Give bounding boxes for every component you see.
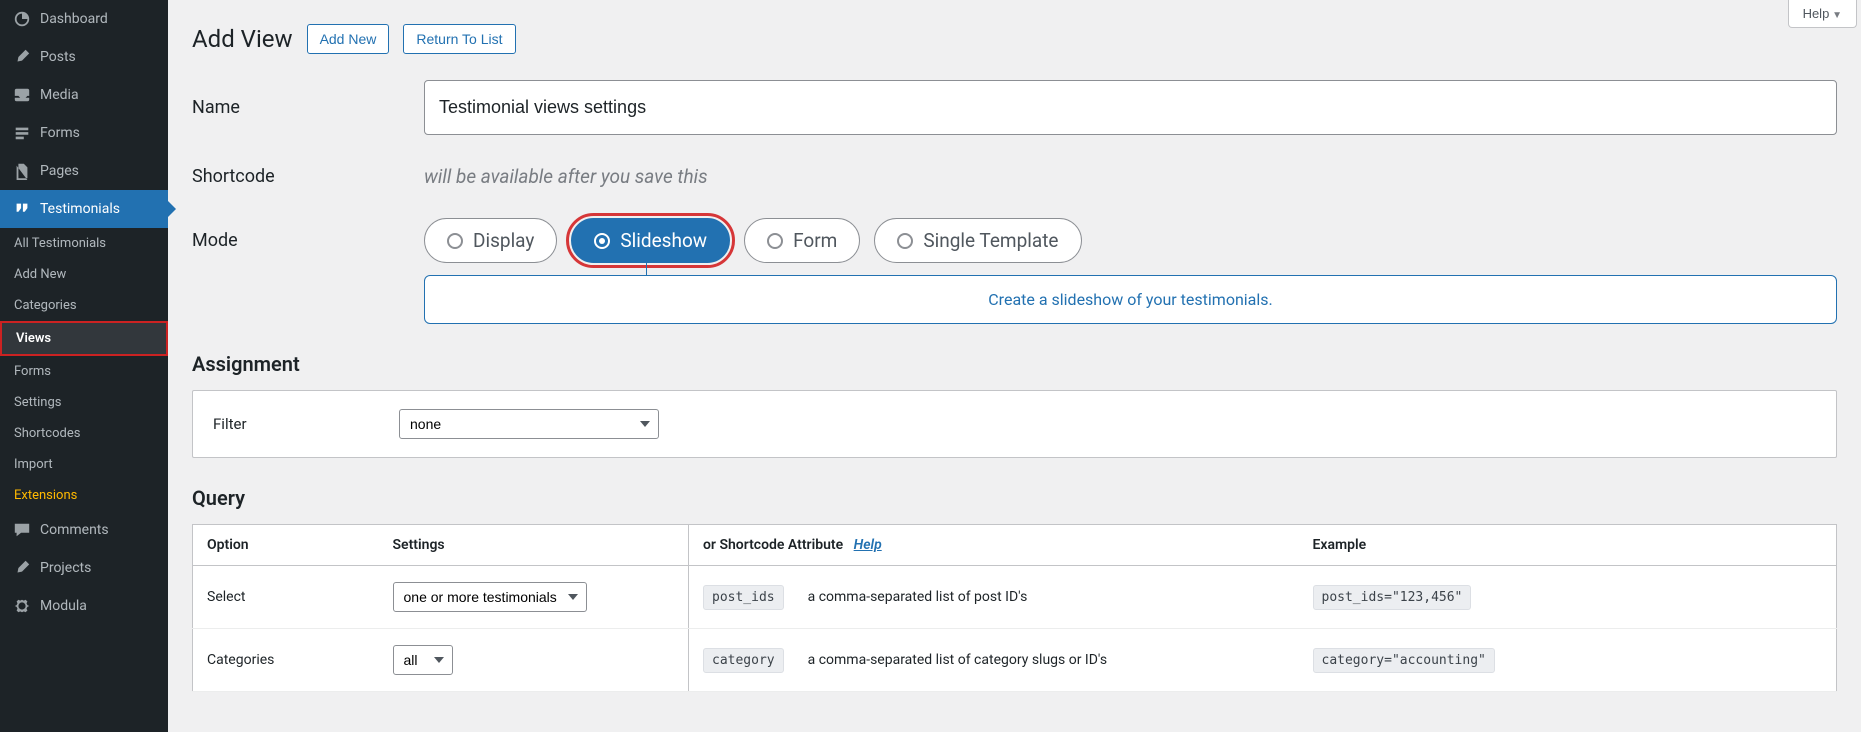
sidebar-item-modula[interactable]: Modula (0, 587, 168, 625)
sidebar-sub-shortcodes[interactable]: Shortcodes (0, 418, 168, 449)
th-shortcode: or Shortcode Attribute Help (689, 525, 1299, 566)
sidebar-item-projects[interactable]: Projects (0, 549, 168, 587)
name-label: Name (192, 97, 424, 118)
mode-option-label: Slideshow (620, 229, 707, 252)
help-tab-button[interactable]: Help (1788, 0, 1857, 28)
shortcode-example: post_ids="123,456" (1313, 585, 1472, 610)
return-to-list-button[interactable]: Return To List (403, 24, 515, 54)
filter-label: Filter (213, 415, 399, 433)
shortcode-attr: post_ids (703, 585, 784, 610)
shortcode-example: category="accounting" (1313, 648, 1495, 673)
categories-select[interactable]: all (393, 645, 453, 675)
admin-sidebar: Dashboard Posts Media Forms Pages Testim… (0, 0, 168, 732)
sidebar-item-label: Modula (40, 598, 87, 614)
sidebar-item-label: Pages (40, 163, 79, 179)
mode-option-label: Form (793, 229, 837, 252)
mode-option-label: Single Template (923, 229, 1058, 252)
comment-icon (12, 520, 32, 540)
sidebar-item-label: Dashboard (40, 11, 108, 27)
radio-icon (897, 233, 913, 249)
gear-icon (12, 596, 32, 616)
sidebar-item-media[interactable]: Media (0, 76, 168, 114)
radio-icon (767, 233, 783, 249)
mode-option-display[interactable]: Display (424, 218, 557, 263)
th-settings: Settings (379, 525, 689, 566)
sidebar-sub-add-new[interactable]: Add New (0, 259, 168, 290)
sidebar-sub-settings[interactable]: Settings (0, 387, 168, 418)
mode-description: Create a slideshow of your testimonials. (424, 275, 1837, 324)
table-row: Select one or more testimonials post_ids… (193, 566, 1837, 629)
query-table: Option Settings or Shortcode Attribute H… (192, 524, 1837, 692)
pin-icon (12, 47, 32, 67)
sidebar-item-label: Comments (40, 522, 109, 538)
add-new-button[interactable]: Add New (307, 24, 390, 54)
shortcode-desc: a comma-separated list of post ID's (808, 589, 1028, 605)
mode-option-label: Display (473, 229, 534, 252)
sidebar-sub-all-testimonials[interactable]: All Testimonials (0, 228, 168, 259)
name-input[interactable] (424, 80, 1837, 135)
th-example: Example (1299, 525, 1837, 566)
sidebar-sub-views[interactable]: Views (0, 321, 168, 356)
sidebar-item-dashboard[interactable]: Dashboard (0, 0, 168, 38)
connector-line (646, 257, 647, 275)
radio-icon (594, 233, 610, 249)
mode-option-slideshow[interactable]: Slideshow (571, 218, 730, 263)
query-heading: Query (192, 486, 1837, 510)
mode-label: Mode (192, 230, 424, 251)
shortcode-message: will be available after you save this (424, 165, 708, 188)
sidebar-sub-extensions[interactable]: Extensions (0, 480, 168, 511)
filter-select[interactable]: none (399, 409, 659, 439)
shortcode-attr: category (703, 648, 784, 673)
mode-option-form[interactable]: Form (744, 218, 860, 263)
sidebar-item-label: Projects (40, 560, 91, 576)
sidebar-item-label: Posts (40, 49, 76, 65)
forms-icon (12, 123, 32, 143)
query-option: Categories (193, 629, 379, 692)
sidebar-item-comments[interactable]: Comments (0, 511, 168, 549)
shortcode-label: Shortcode (192, 166, 424, 187)
page-title: Add View (192, 25, 293, 53)
th-option: Option (193, 525, 379, 566)
sidebar-sub-forms[interactable]: Forms (0, 356, 168, 387)
sidebar-item-label: Media (40, 87, 79, 103)
quote-icon (12, 199, 32, 219)
sidebar-item-label: Testimonials (40, 201, 120, 217)
main-content: Help Add View Add New Return To List Nam… (168, 0, 1861, 732)
radio-icon (447, 233, 463, 249)
query-option: Select (193, 566, 379, 629)
sidebar-sub-import[interactable]: Import (0, 449, 168, 480)
assignment-heading: Assignment (192, 352, 1837, 376)
sidebar-sub-categories[interactable]: Categories (0, 290, 168, 321)
sidebar-item-label: Forms (40, 125, 80, 141)
sidebar-item-testimonials[interactable]: Testimonials (0, 190, 168, 228)
dashboard-icon (12, 9, 32, 29)
shortcode-desc: a comma-separated list of category slugs… (808, 652, 1107, 668)
pin-icon (12, 558, 32, 578)
mode-option-single-template[interactable]: Single Template (874, 218, 1081, 263)
media-icon (12, 85, 32, 105)
select-testimonials-select[interactable]: one or more testimonials (393, 582, 587, 612)
table-row: Categories all category a comma-separate… (193, 629, 1837, 692)
pages-icon (12, 161, 32, 181)
sidebar-item-pages[interactable]: Pages (0, 152, 168, 190)
shortcode-help-link[interactable]: Help (854, 537, 882, 553)
sidebar-item-posts[interactable]: Posts (0, 38, 168, 76)
sidebar-item-forms[interactable]: Forms (0, 114, 168, 152)
